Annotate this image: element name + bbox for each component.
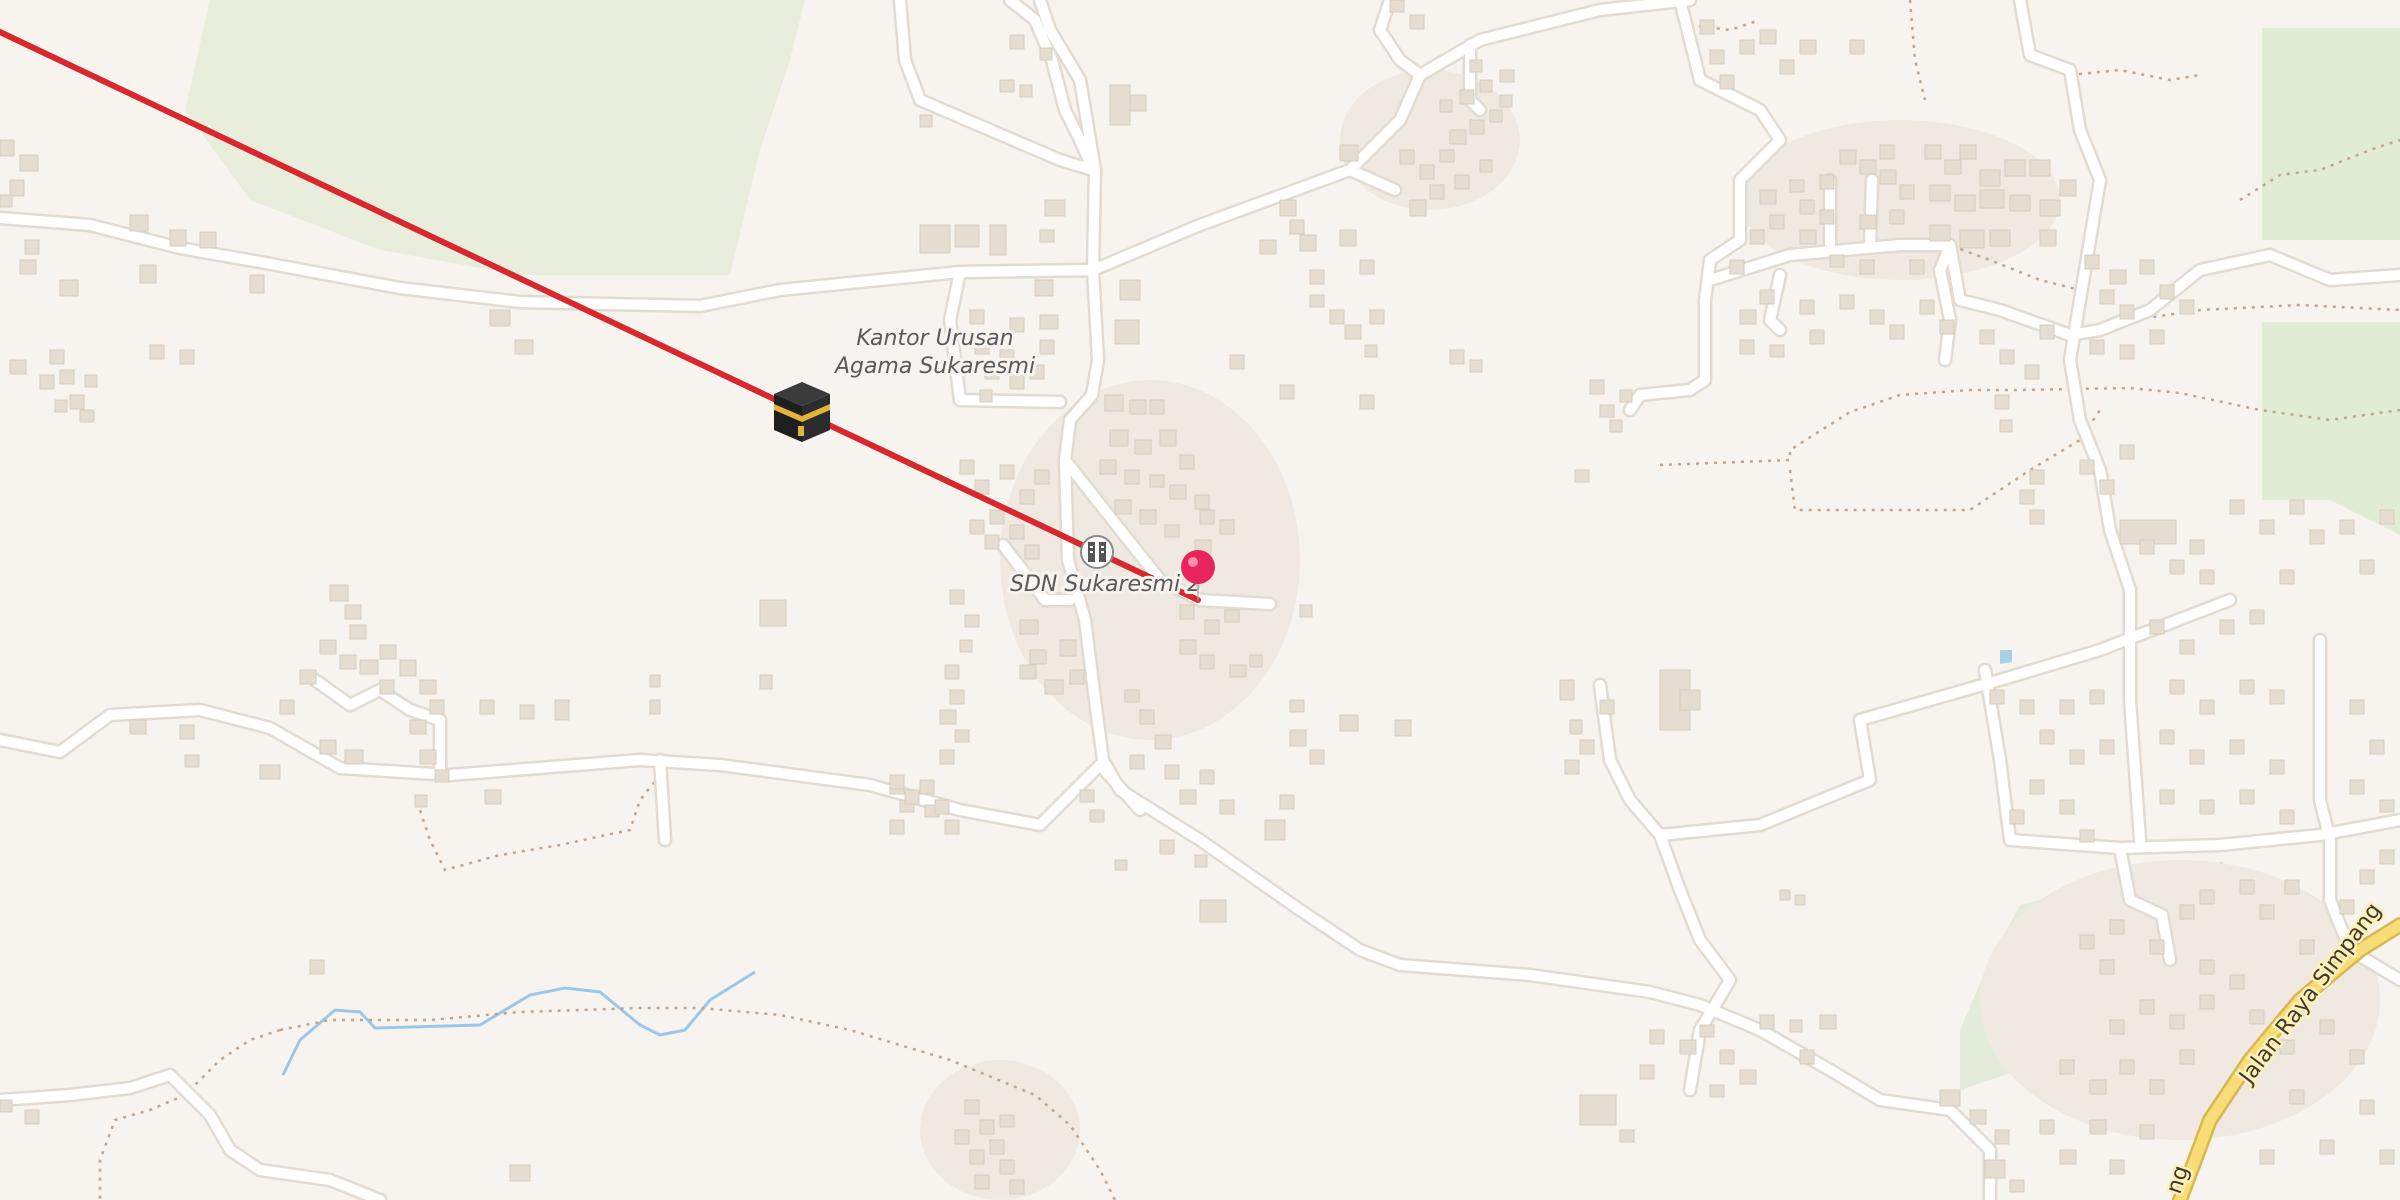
- school-label: SDN Sukaresmi 2: [1010, 572, 1201, 597]
- pond: [2000, 650, 2012, 664]
- kua-label-line2: Agama Sukaresmi: [833, 354, 1035, 379]
- school-icon[interactable]: [1080, 535, 1114, 569]
- map-canvas[interactable]: Kantor Urusan Agama Sukaresmi SDN Sukare…: [0, 0, 2400, 1200]
- forest-area: [2262, 28, 2400, 240]
- kua-label-line1: Kantor Urusan: [856, 326, 1013, 351]
- kaaba-icon[interactable]: [774, 382, 830, 442]
